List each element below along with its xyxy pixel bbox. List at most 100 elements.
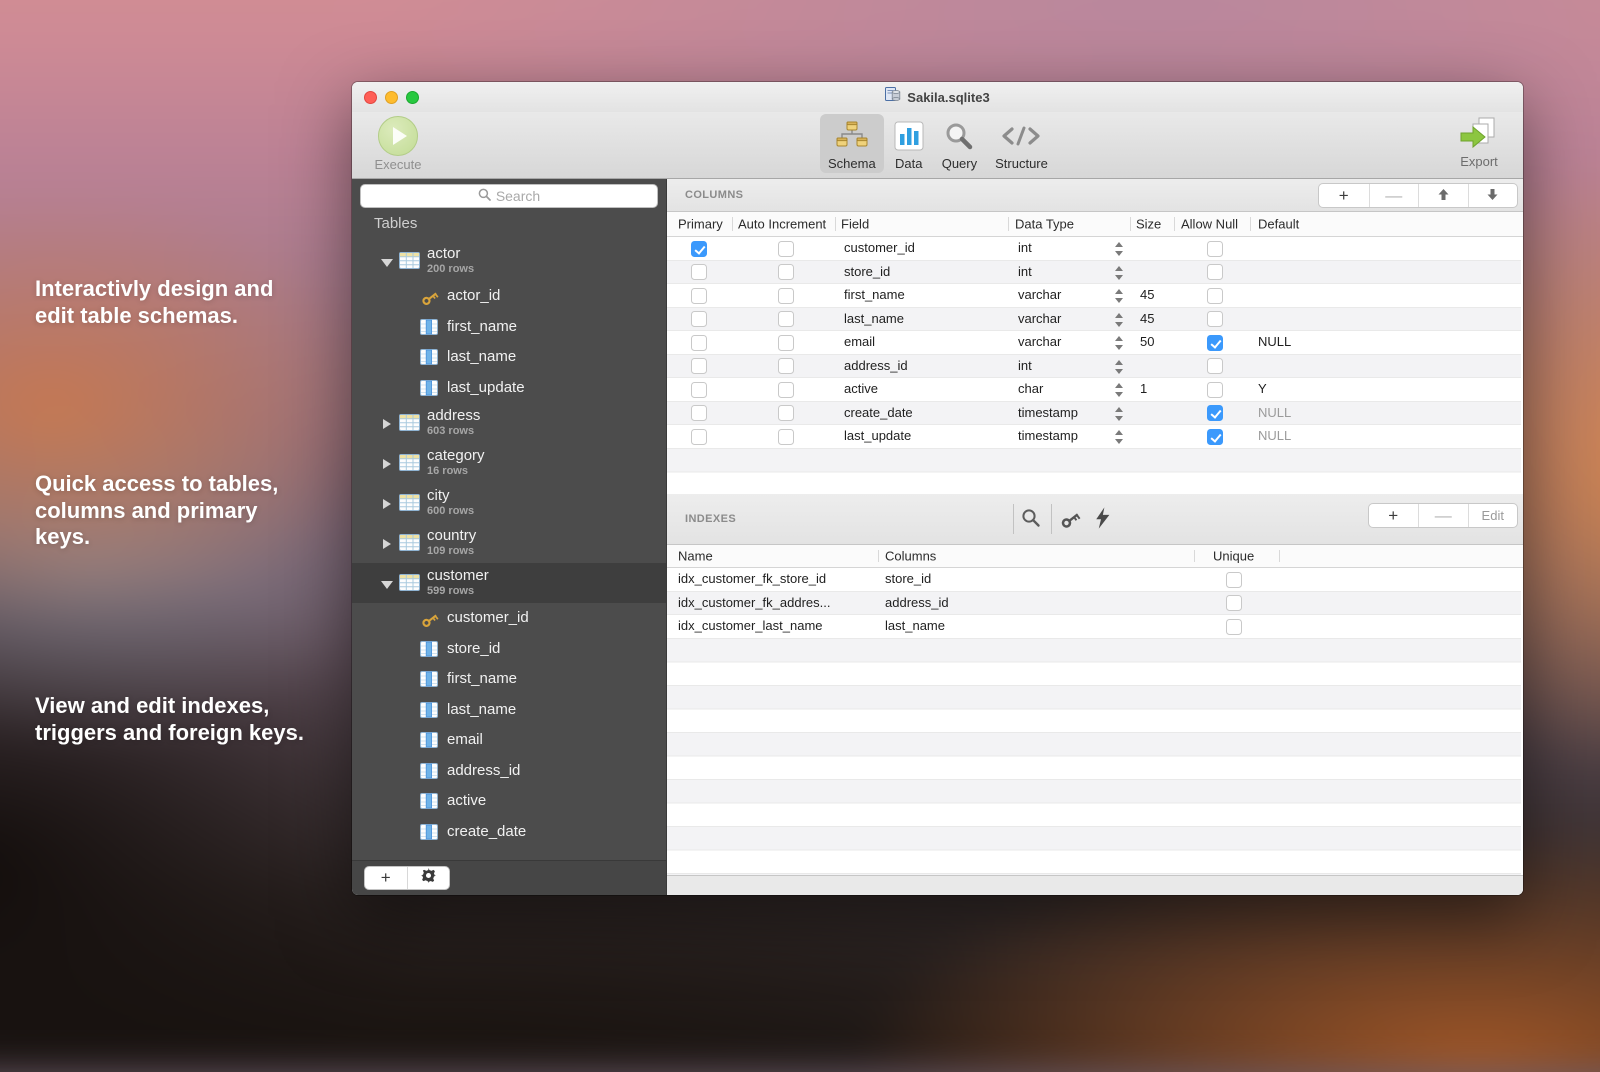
index-row[interactable]: idx_customer_fk_store_id store_id xyxy=(667,568,1521,592)
index-search-icon[interactable] xyxy=(1021,508,1041,533)
sidebar-item-column-actor-id[interactable]: actor_id xyxy=(352,281,666,312)
disclosure-triangle-icon[interactable] xyxy=(383,539,391,549)
sidebar-item-column[interactable]: last_name xyxy=(352,342,666,373)
tab-query[interactable]: Query xyxy=(934,114,985,173)
move-column-down-button[interactable] xyxy=(1468,184,1518,207)
sidebar-item-column[interactable]: last_update xyxy=(352,373,666,404)
edit-index-button[interactable]: Edit xyxy=(1468,504,1518,527)
remove-index-button[interactable]: — xyxy=(1418,504,1468,527)
sidebar-item-table-country[interactable]: country 109 rows xyxy=(352,523,666,563)
data-type-stepper[interactable] xyxy=(1115,429,1124,445)
primary-checkbox[interactable] xyxy=(691,311,707,327)
data-type-stepper[interactable] xyxy=(1115,241,1124,257)
column-row[interactable]: active char 1 Y xyxy=(667,378,1521,402)
column-icon xyxy=(420,793,438,814)
column-row[interactable]: email varchar 50 NULL xyxy=(667,331,1521,355)
auto-increment-checkbox[interactable] xyxy=(778,311,794,327)
primary-checkbox[interactable] xyxy=(691,264,707,280)
allow-null-checkbox[interactable] xyxy=(1207,405,1223,421)
unique-checkbox[interactable] xyxy=(1226,572,1242,588)
auto-increment-checkbox[interactable] xyxy=(778,382,794,398)
disclosure-triangle-icon[interactable] xyxy=(383,459,391,469)
code-brackets-icon xyxy=(995,118,1048,154)
data-type-stepper[interactable] xyxy=(1115,312,1124,328)
auto-increment-checkbox[interactable] xyxy=(778,288,794,304)
disclosure-triangle-icon[interactable] xyxy=(381,259,393,267)
tab-data[interactable]: Data xyxy=(886,114,932,173)
auto-increment-checkbox[interactable] xyxy=(778,335,794,351)
settings-button[interactable] xyxy=(407,867,450,889)
allow-null-checkbox[interactable] xyxy=(1207,288,1223,304)
search-input[interactable]: Search xyxy=(360,184,658,208)
trigger-lightning-icon[interactable] xyxy=(1095,507,1110,534)
tab-structure[interactable]: Structure xyxy=(987,114,1056,173)
auto-increment-checkbox[interactable] xyxy=(778,241,794,257)
unique-checkbox[interactable] xyxy=(1226,595,1242,611)
column-row[interactable]: last_name varchar 45 xyxy=(667,308,1521,332)
auto-increment-checkbox[interactable] xyxy=(778,358,794,374)
allow-null-checkbox[interactable] xyxy=(1207,264,1223,280)
primary-checkbox[interactable] xyxy=(691,429,707,445)
primary-checkbox[interactable] xyxy=(691,288,707,304)
index-key-icon[interactable] xyxy=(1059,508,1081,534)
sidebar-item-column[interactable]: address_id xyxy=(352,756,666,787)
column-icon xyxy=(420,641,438,662)
add-index-button[interactable]: + xyxy=(1369,504,1419,527)
column-row[interactable]: create_date timestamp NULL xyxy=(667,402,1521,426)
sidebar-item-column[interactable]: store_id xyxy=(352,634,666,665)
allow-null-checkbox[interactable] xyxy=(1207,429,1223,445)
execute-button[interactable]: Execute xyxy=(366,114,430,172)
sidebar-item-column-customer-id[interactable]: customer_id xyxy=(352,603,666,634)
column-row[interactable]: store_id int xyxy=(667,261,1521,285)
disclosure-triangle-icon[interactable] xyxy=(381,581,393,589)
field-name: first_name xyxy=(844,284,905,307)
auto-increment-checkbox[interactable] xyxy=(778,264,794,280)
allow-null-checkbox[interactable] xyxy=(1207,311,1223,327)
sidebar-item-table-actor[interactable]: actor 200 rows xyxy=(352,241,666,281)
sidebar-item-column[interactable]: first_name xyxy=(352,312,666,343)
disclosure-triangle-icon[interactable] xyxy=(383,499,391,509)
column-row[interactable]: address_id int xyxy=(667,355,1521,379)
data-type-stepper[interactable] xyxy=(1115,359,1124,375)
primary-checkbox[interactable] xyxy=(691,335,707,351)
move-column-up-button[interactable] xyxy=(1418,184,1468,207)
data-type-stepper[interactable] xyxy=(1115,406,1124,422)
export-button[interactable]: Export xyxy=(1449,114,1509,169)
allow-null-checkbox[interactable] xyxy=(1207,382,1223,398)
sidebar-item-column[interactable]: email xyxy=(352,725,666,756)
primary-checkbox[interactable] xyxy=(691,358,707,374)
sidebar-item-column[interactable]: create_date xyxy=(352,817,666,848)
data-type-stepper[interactable] xyxy=(1115,382,1124,398)
sidebar-item-table-category[interactable]: category 16 rows xyxy=(352,443,666,483)
unique-checkbox[interactable] xyxy=(1226,619,1242,635)
disclosure-triangle-icon[interactable] xyxy=(383,419,391,429)
data-type-stepper[interactable] xyxy=(1115,265,1124,281)
column-row[interactable]: last_update timestamp NULL xyxy=(667,425,1521,449)
columns-empty-rows xyxy=(667,449,1521,495)
sidebar-item-column[interactable]: active xyxy=(352,786,666,817)
sidebar-item-table-city[interactable]: city 600 rows xyxy=(352,483,666,523)
auto-increment-checkbox[interactable] xyxy=(778,429,794,445)
add-column-button[interactable]: + xyxy=(1319,184,1369,207)
index-row[interactable]: idx_customer_fk_addres... address_id xyxy=(667,592,1521,616)
sidebar-item-column[interactable]: last_name xyxy=(352,695,666,726)
allow-null-checkbox[interactable] xyxy=(1207,335,1223,351)
sidebar-item-table-address[interactable]: address 603 rows xyxy=(352,403,666,443)
primary-checkbox[interactable] xyxy=(691,405,707,421)
column-row[interactable]: customer_id int xyxy=(667,237,1521,261)
data-type-stepper[interactable] xyxy=(1115,288,1124,304)
index-row[interactable]: idx_customer_last_name last_name xyxy=(667,615,1521,639)
tab-schema[interactable]: Schema xyxy=(820,114,884,173)
auto-increment-checkbox[interactable] xyxy=(778,405,794,421)
column-row[interactable]: first_name varchar 45 xyxy=(667,284,1521,308)
allow-null-checkbox[interactable] xyxy=(1207,358,1223,374)
index-name: idx_customer_last_name xyxy=(678,615,823,638)
sidebar-item-column[interactable]: first_name xyxy=(352,664,666,695)
allow-null-checkbox[interactable] xyxy=(1207,241,1223,257)
add-table-button[interactable]: + xyxy=(365,867,407,889)
data-type-stepper[interactable] xyxy=(1115,335,1124,351)
sidebar-item-table-customer[interactable]: customer 599 rows xyxy=(352,563,666,603)
primary-checkbox[interactable] xyxy=(691,382,707,398)
primary-checkbox[interactable] xyxy=(691,241,707,257)
remove-column-button[interactable]: — xyxy=(1369,184,1419,207)
